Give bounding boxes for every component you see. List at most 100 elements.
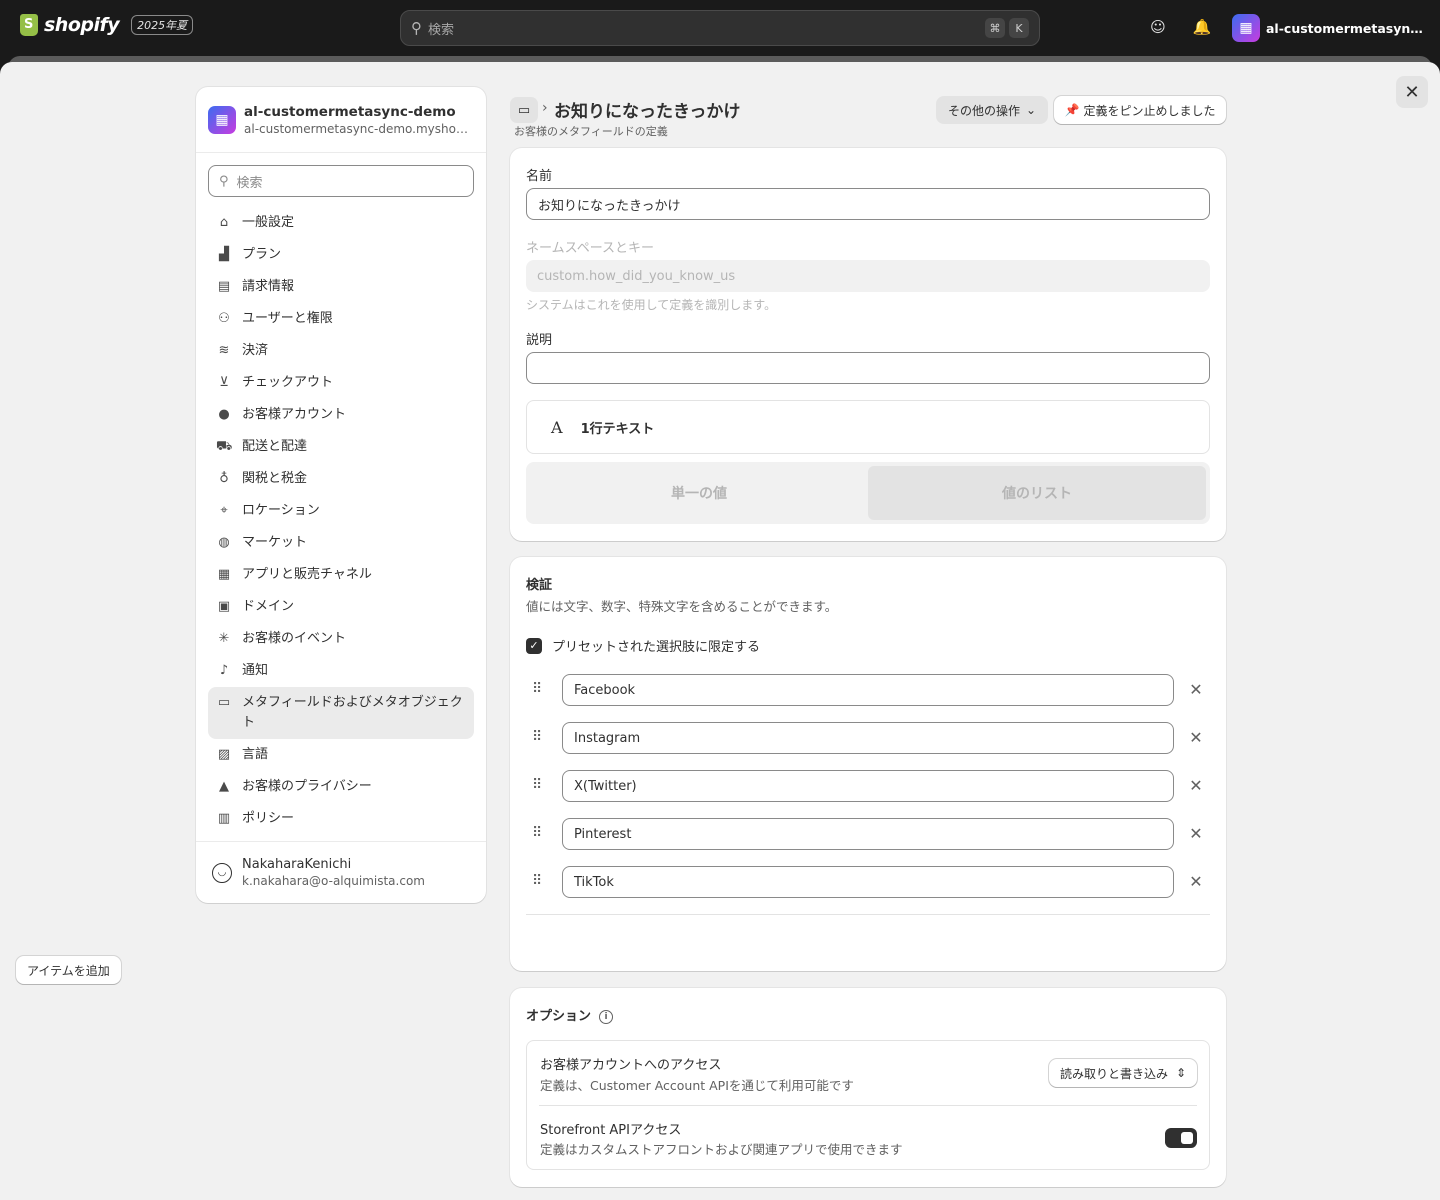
sidebar-item[interactable]: ≋ 決済	[208, 335, 474, 367]
choice-input[interactable]: X(Twitter)	[562, 770, 1174, 802]
storefront-access-toggle[interactable]	[1165, 1128, 1197, 1148]
remove-choice-icon[interactable]: ✕	[1186, 872, 1206, 892]
sidebar-search-input[interactable]: ⚲ 検索	[208, 165, 474, 197]
more-actions-label: その他の操作	[948, 103, 1021, 118]
drag-handle-icon[interactable]: ⠿	[532, 729, 542, 745]
sidebar-item[interactable]: ▥ ポリシー	[208, 803, 474, 835]
divider	[526, 914, 1210, 915]
policy-icon: ▥	[217, 811, 231, 826]
sidebar-item[interactable]: ⌖ ロケーション	[208, 495, 474, 527]
single-value-option[interactable]: 単一の値	[530, 466, 868, 520]
preset-checkbox-row[interactable]: ✓ プリセットされた選択肢に限定する	[526, 636, 760, 655]
sidebar-item[interactable]: ▭ メタフィールドおよびメタオブジェクト	[208, 687, 474, 739]
sidebar-item[interactable]: ● お客様アカウント	[208, 399, 474, 431]
definition-card: 名前 お知りになったきっかけ ネームスペースとキー custom.how_did…	[510, 148, 1226, 541]
name-input[interactable]: お知りになったきっかけ	[526, 188, 1210, 220]
options-title: オプション i	[526, 1005, 614, 1024]
search-icon: ⚲	[411, 19, 422, 37]
sidebar-item[interactable]: ▤ 請求情報	[208, 271, 474, 303]
page-subtitle: お客様のメタフィールドの定義	[514, 125, 668, 138]
global-search[interactable]: ⚲ 検索 ⌘ K	[400, 10, 1040, 46]
user-avatar-icon: ◡	[212, 862, 232, 883]
sidebar-item-label: アプリと販売チャネル	[242, 567, 372, 582]
more-actions-button[interactable]: その他の操作 ⌄	[936, 96, 1049, 124]
remove-choice-icon[interactable]: ✕	[1186, 824, 1206, 844]
list-value-option[interactable]: 値のリスト	[868, 466, 1206, 520]
sidebar-item[interactable]: ♪ 通知	[208, 655, 474, 687]
sidebar-item[interactable]: ▨ 言語	[208, 739, 474, 771]
user-profile[interactable]: ◡ NakaharaKenichi k.nakahara@o-alquimist…	[196, 841, 486, 903]
access-settings: お客様アカウントへのアクセス 定義は、Customer Account APIを…	[526, 1040, 1210, 1170]
sidebar-item-label: マーケット	[242, 535, 308, 550]
remove-choice-icon[interactable]: ✕	[1186, 680, 1206, 700]
drag-handle-icon[interactable]: ⠿	[532, 681, 542, 697]
sidebar-item[interactable]: ⛟ 配送と配達	[208, 431, 474, 463]
drag-handle-icon[interactable]: ⠿	[532, 873, 542, 889]
customer-access-title: お客様アカウントへのアクセス	[540, 1058, 722, 1073]
choice-row: ⠿ Pinterest ✕	[526, 818, 1210, 852]
choice-input[interactable]: Instagram	[562, 722, 1174, 754]
payment-icon: ≋	[218, 343, 230, 358]
sidebar-item-label: チェックアウト	[242, 375, 334, 390]
drag-handle-icon[interactable]: ⠿	[532, 825, 542, 841]
preset-checkbox[interactable]: ✓	[526, 637, 542, 654]
close-icon: ✕	[1404, 81, 1420, 103]
person-icon: ●	[218, 407, 230, 422]
sidebar-item[interactable]: ♁ 関税と税金	[208, 463, 474, 495]
apps-icon: ▦	[217, 567, 231, 582]
sidebar-item[interactable]: ⌂ 一般設定	[208, 207, 474, 239]
store-avatar: ▦	[1232, 14, 1260, 42]
drag-handle-icon[interactable]: ⠿	[532, 777, 542, 793]
description-input[interactable]	[526, 352, 1210, 384]
k-key: K	[1009, 18, 1029, 38]
sidebar-item[interactable]: ▲ お客様のプライバシー	[208, 771, 474, 803]
store-icon: ⌂	[219, 215, 229, 230]
type-selector[interactable]: A 1行テキスト	[526, 400, 1210, 454]
choice-row: ⠿ Instagram ✕	[526, 722, 1210, 756]
location-icon: ⌖	[220, 503, 228, 518]
preset-label: プリセットされた選択肢に限定する	[552, 640, 761, 655]
pin-definition-button[interactable]: 📌 定義をピン止めしました	[1054, 96, 1226, 124]
namespace-help: システムはこれを使用して定義を識別します。	[526, 298, 777, 312]
choice-input[interactable]: TikTok	[562, 866, 1174, 898]
search-icon: ⚲	[219, 173, 229, 189]
text-type-icon: A	[551, 417, 563, 437]
shopify-logo[interactable]: shopify 2025年夏	[20, 14, 194, 36]
customer-access-desc: 定義は、Customer Account APIを通じて利用可能です	[540, 1078, 854, 1093]
divider	[539, 1105, 1197, 1106]
shopify-bag-icon	[20, 14, 38, 36]
remove-choice-icon[interactable]: ✕	[1186, 728, 1206, 748]
close-button[interactable]: ✕	[1396, 76, 1428, 108]
bell-icon[interactable]: 🔔	[1192, 18, 1212, 38]
choice-input[interactable]: Facebook	[562, 674, 1174, 706]
add-item-button[interactable]: アイテムを追加	[16, 956, 121, 984]
sidebar-item[interactable]: ▟ プラン	[208, 239, 474, 271]
search-placeholder: 検索	[428, 22, 455, 38]
sidebar-store-header[interactable]: ▦ al-customermetasync-demo al-customerme…	[196, 87, 486, 153]
pin-label: 定義をピン止めしました	[1083, 103, 1216, 118]
sidekick-icon[interactable]: ☺	[1148, 18, 1168, 38]
store-menu[interactable]: ▦ al-customermetasync-de…	[1232, 14, 1426, 42]
sidebar-item-label: ユーザーと権限	[242, 311, 333, 326]
cursor-icon: ✳	[218, 631, 230, 646]
store-avatar: ▦	[208, 105, 236, 134]
bell-icon: ♪	[219, 663, 229, 678]
sidebar-item[interactable]: ◍ マーケット	[208, 527, 474, 559]
sidebar-item[interactable]: ✳ お客様のイベント	[208, 623, 474, 655]
sidebar-item[interactable]: ▣ ドメイン	[208, 591, 474, 623]
metafield-breadcrumb-icon[interactable]: ▭	[510, 97, 538, 123]
choice-row: ⠿ Facebook ✕	[526, 674, 1210, 708]
info-icon[interactable]: i	[599, 1009, 614, 1024]
description-label: 説明	[526, 333, 553, 348]
type-name: 1行テキスト	[580, 421, 655, 437]
customer-access-select[interactable]: 読み取りと書き込み ⇕	[1049, 1059, 1197, 1087]
pin-icon: 📌	[1064, 103, 1080, 117]
choice-input[interactable]: Pinterest	[562, 818, 1174, 850]
sidebar-item[interactable]: ⚇ ユーザーと権限	[208, 303, 474, 335]
sidebar-item-label: プラン	[242, 247, 282, 262]
remove-choice-icon[interactable]: ✕	[1186, 776, 1206, 796]
name-label: 名前	[526, 169, 553, 184]
choice-row: ⠿ X(Twitter) ✕	[526, 770, 1210, 804]
sidebar-item[interactable]: ⊻ チェックアウト	[208, 367, 474, 399]
sidebar-item[interactable]: ▦ アプリと販売チャネル	[208, 559, 474, 591]
